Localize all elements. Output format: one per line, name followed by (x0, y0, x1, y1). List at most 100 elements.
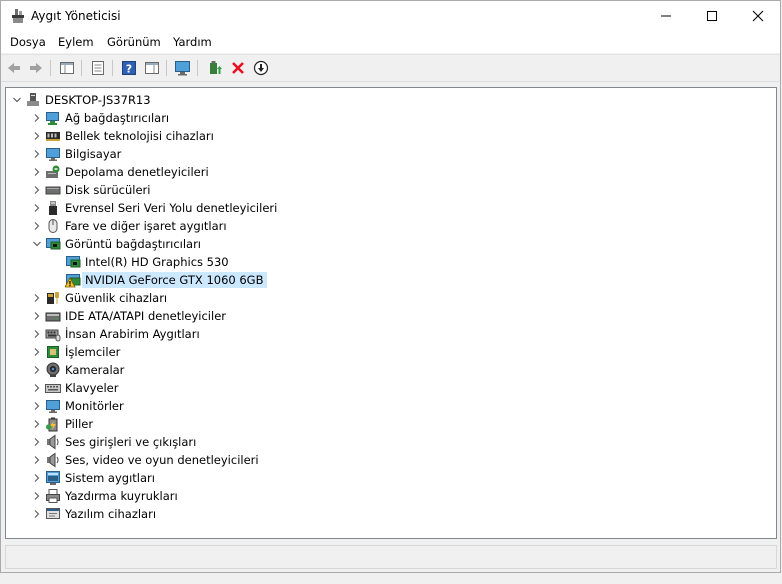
expand-toggle[interactable] (31, 310, 43, 322)
menu-yardim[interactable]: Yardım (173, 35, 212, 49)
chevron-right-icon[interactable] (32, 221, 42, 231)
chevron-down-icon[interactable] (12, 95, 22, 105)
expand-toggle[interactable] (31, 346, 43, 358)
chevron-down-icon[interactable] (32, 239, 42, 249)
help-icon: ? (122, 61, 136, 76)
tree-category[interactable]: Monitörler (6, 397, 776, 415)
mouse-icon (48, 219, 58, 233)
tree-node-label: DESKTOP-JS37R13 (45, 93, 151, 107)
device-tree[interactable]: DESKTOP-JS37R13 Ağ bağdaştırıcıları Bellek… (5, 87, 777, 539)
action-pane-button[interactable] (142, 58, 162, 78)
forward-button[interactable] (26, 58, 46, 78)
chevron-right-icon[interactable] (32, 347, 42, 357)
tree-node-label: Monitörler (65, 399, 124, 413)
tree-category[interactable]: Yazdırma kuyrukları (6, 487, 776, 505)
tree-node-icon (45, 308, 61, 324)
hid-icon (45, 329, 61, 342)
tree-category[interactable]: Kameralar (6, 361, 776, 379)
tree-category[interactable]: İnsan Arabirim Aygıtları (6, 325, 776, 343)
tree-category[interactable]: Ses girişleri ve çıkışları (6, 433, 776, 451)
tree-category[interactable]: Disk sürücüleri (6, 181, 776, 199)
disable-device-button[interactable] (251, 58, 271, 78)
scan-hardware-button[interactable] (173, 58, 193, 78)
uninstall-device-button[interactable] (228, 58, 248, 78)
tree-category[interactable]: Görüntü bağdaştırıcıları (6, 235, 776, 253)
chevron-right-icon[interactable] (32, 401, 42, 411)
update-driver-button[interactable] (205, 58, 225, 78)
chevron-right-icon[interactable] (32, 293, 42, 303)
tree-category[interactable]: Klavyeler (6, 379, 776, 397)
tree-node-label: Evrensel Seri Veri Yolu denetleyicileri (65, 201, 278, 215)
expand-toggle[interactable] (31, 508, 43, 520)
chevron-right-icon[interactable] (32, 419, 42, 429)
chevron-right-icon[interactable] (32, 491, 42, 501)
tree-node-label: Disk sürücüleri (65, 183, 151, 197)
menu-dosya[interactable]: Dosya (10, 35, 46, 49)
tree-node-label: Piller (65, 417, 94, 431)
show-hide-console-tree-button[interactable] (57, 58, 77, 78)
expand-toggle[interactable] (31, 166, 43, 178)
device-manager-window: Aygıt Yöneticisi Dosya Eylem Görünüm Yar… (0, 0, 781, 573)
tree-category[interactable]: İşlemciler (6, 343, 776, 361)
chevron-right-icon[interactable] (32, 509, 42, 519)
expand-toggle[interactable] (31, 364, 43, 376)
chevron-right-icon[interactable] (32, 185, 42, 195)
expand-toggle[interactable] (31, 292, 43, 304)
expand-toggle[interactable] (31, 184, 43, 196)
chevron-right-icon[interactable] (32, 473, 42, 483)
chevron-right-icon[interactable] (32, 167, 42, 177)
expand-toggle[interactable] (31, 238, 43, 250)
tree-category[interactable]: Fare ve diğer işaret aygıtları (6, 217, 776, 235)
tree-category[interactable]: Bellek teknolojisi cihazları (6, 127, 776, 145)
chevron-right-icon[interactable] (32, 149, 42, 159)
tree-device[interactable]: NVIDIA GeForce GTX 1060 6GB (6, 271, 776, 289)
chevron-right-icon[interactable] (32, 437, 42, 447)
back-button[interactable] (4, 58, 24, 78)
expand-toggle[interactable] (31, 454, 43, 466)
display-adapter-icon (66, 256, 81, 268)
expand-toggle[interactable] (31, 130, 43, 142)
properties-button[interactable] (88, 58, 108, 78)
expand-toggle[interactable] (31, 328, 43, 340)
tree-category[interactable]: Sistem aygıtları (6, 469, 776, 487)
title-bar[interactable]: Aygıt Yöneticisi (1, 1, 780, 31)
menu-eylem[interactable]: Eylem (58, 35, 94, 49)
minimize-button[interactable] (643, 1, 689, 31)
expand-toggle[interactable] (31, 202, 43, 214)
expand-toggle[interactable] (31, 472, 43, 484)
expand-toggle[interactable] (31, 400, 43, 412)
tree-category[interactable]: Depolama denetleyicileri (6, 163, 776, 181)
expand-toggle[interactable] (31, 436, 43, 448)
printer-icon (46, 489, 60, 503)
maximize-button[interactable] (689, 1, 735, 31)
chevron-right-icon[interactable] (32, 203, 42, 213)
chevron-right-icon[interactable] (32, 113, 42, 123)
tree-category[interactable]: Bilgisayar (6, 145, 776, 163)
tree-node-label: Görüntü bağdaştırıcıları (65, 237, 202, 251)
chevron-right-icon[interactable] (32, 365, 42, 375)
chevron-right-icon[interactable] (32, 329, 42, 339)
chevron-right-icon[interactable] (32, 131, 42, 141)
expand-toggle[interactable] (31, 490, 43, 502)
expand-toggle[interactable] (31, 220, 43, 232)
tree-root-computer[interactable]: DESKTOP-JS37R13 (6, 91, 776, 109)
tree-category[interactable]: Yazılım cihazları (6, 505, 776, 523)
close-button[interactable] (735, 1, 781, 31)
expand-toggle[interactable] (31, 148, 43, 160)
expand-toggle[interactable] (31, 382, 43, 394)
tree-category[interactable]: Ağ bağdaştırıcıları (6, 109, 776, 127)
tree-category[interactable]: Güvenlik cihazları (6, 289, 776, 307)
chevron-right-icon[interactable] (32, 311, 42, 321)
tree-category[interactable]: Ses, video ve oyun denetleyicileri (6, 451, 776, 469)
chevron-right-icon[interactable] (32, 383, 42, 393)
expand-toggle[interactable] (11, 94, 23, 106)
tree-category[interactable]: Evrensel Seri Veri Yolu denetleyicileri (6, 199, 776, 217)
chevron-right-icon[interactable] (32, 455, 42, 465)
tree-category[interactable]: IDE ATA/ATAPI denetleyiciler (6, 307, 776, 325)
help-button[interactable]: ? (119, 58, 139, 78)
expand-toggle[interactable] (31, 112, 43, 124)
tree-category[interactable]: Piller (6, 415, 776, 433)
expand-toggle[interactable] (31, 418, 43, 430)
tree-device[interactable]: Intel(R) HD Graphics 530 (6, 253, 776, 271)
menu-gorunum[interactable]: Görünüm (107, 35, 161, 49)
